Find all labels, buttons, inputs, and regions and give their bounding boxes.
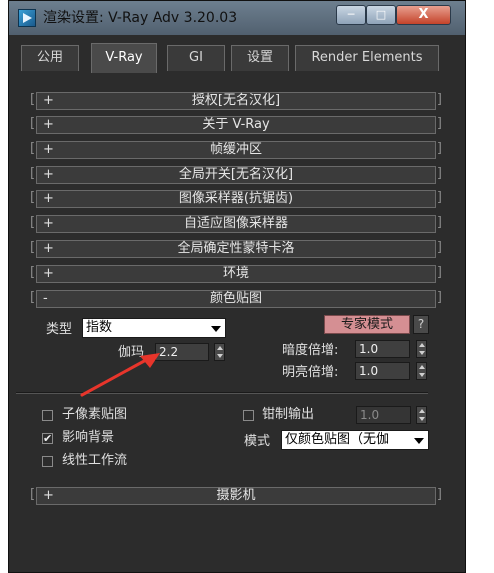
rollout-header[interactable]: +自适应图像采样器 [30,215,442,233]
title-bar[interactable]: 渲染设置: V-Ray Adv 3.20.03 ─ □ X [9,1,465,36]
rollout-header[interactable]: -颜色贴图 [30,290,442,308]
divider [16,393,428,394]
tab-settings[interactable]: 设置 [231,45,289,71]
rollout-label: 自适应图像采样器 [183,216,288,231]
dropdown-arrow-icon [414,438,424,444]
mode-value: 仅颜色贴图（无伽 [285,432,390,447]
linear-workflow-label: 线性工作流 [62,453,128,468]
dark-multiplier-label: 暗度倍增: [282,343,339,358]
subpixel-label: 子像素贴图 [62,407,128,422]
rollout-header[interactable]: +帧缓冲区 [30,141,442,159]
rollout-header[interactable]: +全局开关[无名汉化] [30,166,442,184]
dark-multiplier-spinner[interactable] [416,340,427,358]
rollout-header[interactable]: +全局确定性蒙特卡洛 [30,240,442,258]
rollout-label: 全局确定性蒙特卡洛 [177,241,295,256]
clamp-output-checkbox[interactable] [243,410,254,421]
rollout-header[interactable]: +授权[无名汉化] [30,92,442,110]
rollout-label: 摄影机 [216,488,256,503]
rollout-header[interactable]: +摄影机 [30,487,442,505]
tab-bar: 公用 V-Ray GI 设置 Render Elements [9,35,465,77]
vray-app-icon [18,9,36,27]
tab-render-elements[interactable]: Render Elements [295,45,439,71]
bright-multiplier-input[interactable]: 1.0 [355,362,410,380]
rollout-header[interactable]: +图像采样器(抗锯齿) [30,190,442,208]
type-label: 类型 [46,322,73,337]
maximize-icon: □ [375,8,387,21]
type-value: 指数 [86,320,113,335]
dropdown-arrow-icon [211,326,221,332]
mode-dropdown[interactable]: 仅颜色贴图（无伽 [281,430,429,450]
rollout-label: 颜色贴图 [209,291,262,306]
rollout-label: 环境 [222,266,249,281]
bright-multiplier-spinner[interactable] [416,362,427,380]
rollout-header[interactable]: +关于 V-Ray [30,116,442,134]
gamma-label: 伽玛 [118,345,145,360]
rollout-label: 授权[无名汉化] [191,93,281,108]
expert-mode-button[interactable]: 专家模式 [324,315,410,334]
clamp-output-label: 钳制输出 [262,407,315,422]
rollout-label: 关于 V-Ray [202,117,270,132]
clamp-value-spinner[interactable] [416,406,427,424]
maximize-button[interactable]: □ [366,5,396,25]
mode-label: 模式 [244,434,271,449]
tab-vray[interactable]: V-Ray [91,43,157,73]
rollout-header[interactable]: +环境 [30,265,442,283]
checkmark-icon: ✔ [43,432,53,445]
linear-workflow-checkbox[interactable] [42,456,53,467]
minimize-icon: ─ [347,8,355,21]
type-dropdown[interactable]: 指数 [82,318,226,338]
gamma-spinner[interactable] [214,343,225,361]
window-title: 渲染设置: V-Ray Adv 3.20.03 [43,10,238,26]
bright-multiplier-label: 明亮倍增: [282,365,339,380]
help-button[interactable]: ? [413,315,429,334]
rollout-label: 帧缓冲区 [209,142,262,157]
tab-common[interactable]: 公用 [21,45,79,71]
dark-multiplier-input[interactable]: 1.0 [355,340,410,358]
minimize-button[interactable]: ─ [336,5,366,25]
tab-gi[interactable]: GI [167,45,225,71]
close-button[interactable]: X [396,5,451,25]
gamma-input[interactable]: 2.2 [155,343,209,361]
rollout-label: 图像采样器(抗锯齿) [178,191,294,206]
rollout-label: 全局开关[无名汉化] [178,167,294,182]
subpixel-checkbox[interactable] [42,410,53,421]
affect-background-label: 影响背景 [62,430,115,445]
clamp-value-input[interactable]: 1.0 [356,406,411,424]
affect-background-checkbox[interactable]: ✔ [42,433,53,444]
